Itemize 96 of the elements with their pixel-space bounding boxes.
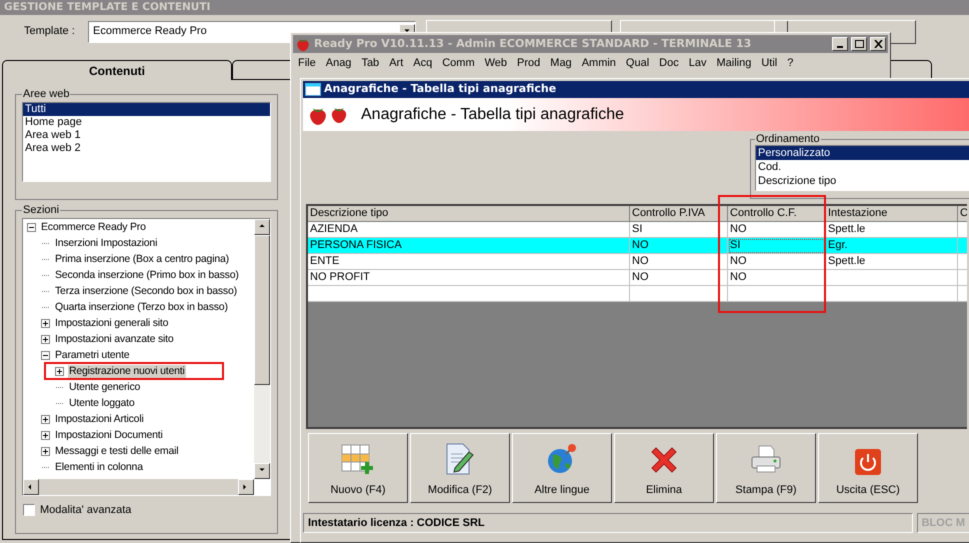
menu-item[interactable]: Web — [480, 54, 512, 72]
menu-item[interactable]: File — [293, 54, 321, 72]
menu-item[interactable]: Lav — [684, 54, 712, 72]
list-item[interactable]: Tutti — [23, 103, 270, 116]
menu-item[interactable]: Acq — [408, 54, 438, 72]
tree-item[interactable]: Quarta inserzione (Terzo box in basso) — [54, 300, 229, 314]
action-button[interactable]: Elimina — [614, 433, 714, 503]
menu-item[interactable]: Qual — [620, 54, 654, 72]
header-title: Anagrafiche - Tabella tipi anagrafiche — [361, 104, 624, 124]
tree-line-icon — [42, 306, 50, 308]
group-title: Ordinamento — [755, 133, 821, 145]
tree-item[interactable]: Parametri utente — [54, 348, 130, 362]
list-item[interactable]: Descrizione tipo — [756, 174, 969, 188]
list-box[interactable]: Personalizzato Cod. Descrizione tipo — [755, 145, 969, 191]
collapse-icon[interactable] — [41, 350, 50, 360]
power-icon — [854, 448, 882, 476]
tree-item[interactable]: Impostazioni avanzate sito — [54, 332, 175, 346]
collapse-icon[interactable] — [27, 222, 36, 232]
close-button[interactable] — [870, 37, 886, 51]
horizontal-scrollbar[interactable] — [23, 479, 254, 495]
menu-item[interactable]: Art — [384, 54, 408, 72]
table-row[interactable]: NO PROFIT NO NO — [308, 270, 967, 286]
expand-icon[interactable] — [41, 318, 50, 328]
tree-item[interactable]: Elementi in colonna — [54, 460, 144, 474]
list-item[interactable]: Cod. — [756, 160, 969, 174]
list-item[interactable]: Personalizzato — [756, 146, 969, 160]
maximize-icon — [854, 40, 864, 48]
list-item[interactable]: Home page — [23, 116, 270, 129]
window-icon — [305, 83, 321, 96]
list-box[interactable]: Tutti Home page Area web 1 Area web 2 — [22, 102, 271, 182]
action-button[interactable]: Altre lingue — [512, 433, 612, 503]
menu-item[interactable]: Mailing — [711, 54, 756, 72]
action-button[interactable]: Uscita (ESC) — [818, 433, 918, 503]
tree-line-icon — [42, 258, 50, 260]
group-title: Sezioni — [22, 204, 60, 216]
scroll-up-icon[interactable] — [254, 219, 270, 235]
menu-item[interactable]: ? — [782, 54, 798, 72]
expand-icon[interactable] — [41, 446, 50, 456]
minimize-button[interactable] — [832, 37, 848, 51]
tab[interactable]: Contenuti — [2, 60, 232, 80]
menu-item[interactable]: Mag — [545, 54, 577, 72]
close-icon — [874, 40, 882, 48]
checkbox-label: Modalita' avanzata — [40, 503, 132, 518]
menu-item[interactable]: Util — [756, 54, 782, 72]
menu-item[interactable]: Comm — [437, 54, 480, 72]
expand-icon[interactable] — [41, 430, 50, 440]
template-label: Template : — [24, 24, 76, 40]
action-button[interactable]: Nuovo (F4) — [308, 433, 408, 503]
tree-item[interactable]: Seconda inserzione (Primo box in basso) — [54, 268, 240, 282]
expand-icon[interactable] — [55, 366, 64, 376]
tree-item[interactable]: Ecommerce Ready Pro — [40, 220, 147, 234]
grid-plus-icon — [341, 444, 375, 476]
menu-item[interactable]: Anag — [320, 54, 356, 72]
scroll-right-icon[interactable] — [238, 479, 254, 495]
table-row[interactable]: AZIENDA SI NO Spett.le — [308, 222, 967, 238]
tree-item[interactable]: Inserzioni Impostazioni — [54, 236, 158, 250]
expand-icon[interactable] — [41, 414, 50, 424]
globe-icon — [545, 442, 579, 476]
tree-item[interactable]: Prima inserzione (Box a centro pagina) — [54, 252, 230, 266]
window-title: Anagrafiche - Tabella tipi anagrafiche — [324, 81, 556, 98]
table-row[interactable]: PERSONA FISICA NO SI Egr. — [308, 238, 967, 254]
tree-item[interactable]: Registrazione nuovi utenti — [68, 364, 186, 378]
tree-line-icon — [56, 402, 64, 404]
window-title: GESTIONE TEMPLATE E CONTENUTI — [4, 2, 210, 13]
license-text: Intestatario licenza : CODICE SRL — [308, 516, 485, 531]
scrollbar-thumb[interactable] — [254, 235, 270, 385]
tree-item[interactable]: Impostazioni Documenti — [54, 428, 164, 442]
action-button[interactable]: Stampa (F9) — [716, 433, 816, 503]
tree-line-icon — [42, 242, 50, 244]
tree-item[interactable]: Terza inserzione (Secondo box in basso) — [54, 284, 238, 298]
expand-icon[interactable] — [41, 334, 50, 344]
menu-item[interactable]: Prod — [512, 54, 546, 72]
document-pencil-icon — [445, 442, 475, 476]
printer-icon — [749, 444, 783, 476]
maximize-button[interactable] — [851, 37, 867, 51]
tree-line-icon — [42, 274, 50, 276]
tree-line-icon — [56, 386, 64, 388]
scroll-left-icon[interactable] — [23, 479, 39, 495]
tree-item[interactable]: Utente loggato — [68, 396, 136, 410]
vertical-scrollbar[interactable] — [254, 219, 270, 479]
tree-item[interactable]: Messaggi e testi delle email — [54, 444, 180, 458]
tree-item[interactable]: Impostazioni generali sito — [54, 316, 170, 330]
menu-item[interactable]: Ammin — [576, 54, 621, 72]
tree-item[interactable]: Impostazioni Articoli — [54, 412, 145, 426]
menu-item[interactable]: Tab — [356, 54, 384, 72]
group-title: Aree web — [22, 88, 70, 100]
tree-item[interactable]: Utente generico — [68, 380, 142, 394]
tree-line-icon — [42, 290, 50, 292]
tree-line-icon — [42, 466, 50, 468]
checkbox[interactable] — [23, 504, 35, 516]
scroll-down-icon[interactable] — [254, 463, 270, 479]
action-button[interactable]: Modifica (F2) — [410, 433, 510, 503]
menu-item[interactable]: Doc — [654, 54, 684, 72]
list-item[interactable]: Area web 2 — [23, 142, 270, 155]
table-row[interactable]: ENTE NO NO Spett.le — [308, 254, 967, 270]
list-item[interactable]: Area web 1 — [23, 129, 270, 142]
